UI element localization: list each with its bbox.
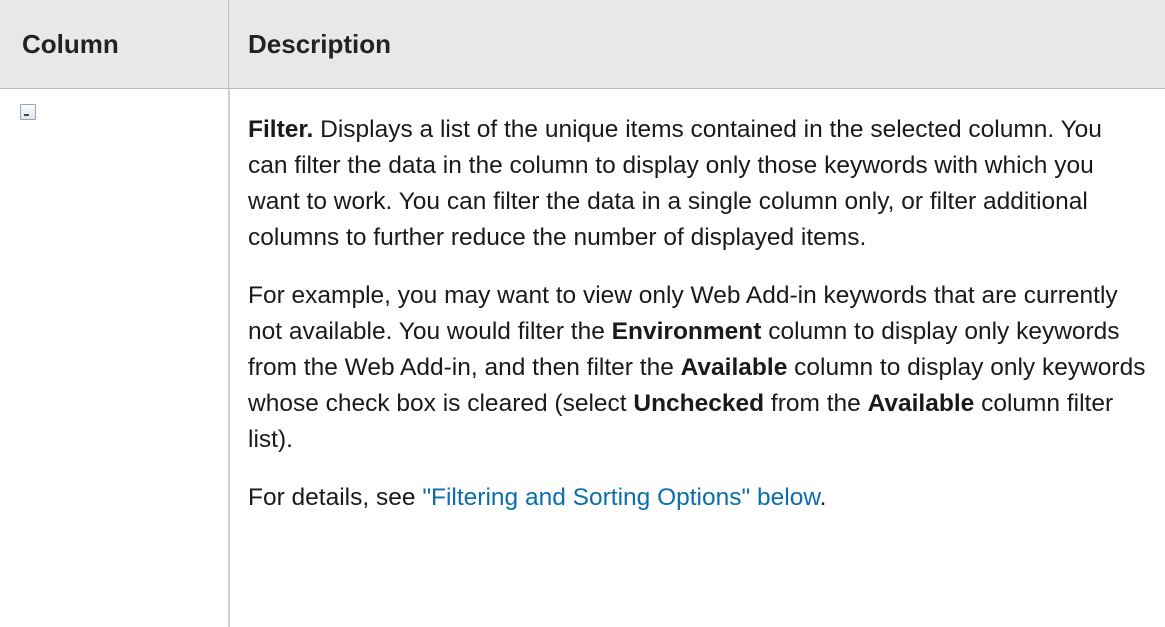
filter-term: Filter. xyxy=(248,116,314,143)
details-paragraph: For details, see "Filtering and Sorting … xyxy=(248,480,1148,516)
available-term: Available xyxy=(680,354,788,381)
details-period: . xyxy=(819,484,827,511)
filter-icon xyxy=(20,104,36,120)
description-header: Description xyxy=(248,29,392,59)
header-divider xyxy=(228,0,229,88)
table-header-row: Column Description xyxy=(0,0,1165,89)
details-text: For details, see xyxy=(248,484,423,511)
unchecked-term: Unchecked xyxy=(633,390,765,417)
column-description-table: Column Description Filter. Displays a li… xyxy=(0,0,1165,627)
environment-term: Environment xyxy=(611,318,762,345)
column-header: Column xyxy=(22,29,119,59)
column-cell xyxy=(20,104,36,120)
example-paragraph: For example, you may want to view only W… xyxy=(248,278,1148,458)
filter-description-paragraph: Filter. Displays a list of the unique it… xyxy=(248,112,1148,256)
column-divider xyxy=(228,89,230,627)
filtering-sorting-options-link[interactable]: "Filtering and Sorting Options" below xyxy=(422,484,819,511)
example-text-4: from the xyxy=(764,390,868,417)
filter-description-text: Displays a list of the unique items cont… xyxy=(248,116,1102,251)
available-term-2: Available xyxy=(867,390,975,417)
description-cell: Filter. Displays a list of the unique it… xyxy=(248,112,1148,538)
